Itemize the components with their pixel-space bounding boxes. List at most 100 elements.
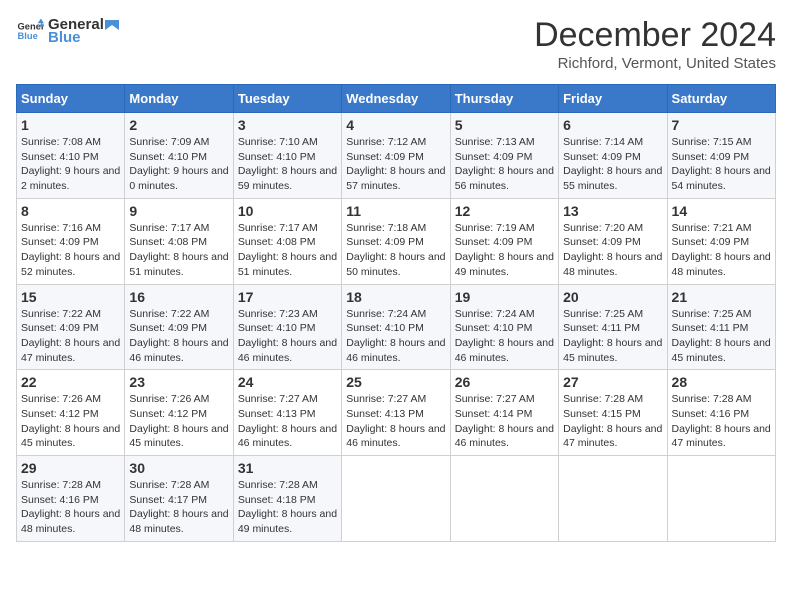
day-number: 9 — [129, 203, 228, 219]
day-cell: 11 Sunrise: 7:18 AM Sunset: 4:09 PM Dayl… — [342, 198, 450, 284]
day-cell: 8 Sunrise: 7:16 AM Sunset: 4:09 PM Dayli… — [17, 198, 125, 284]
day-cell: 19 Sunrise: 7:24 AM Sunset: 4:10 PM Dayl… — [450, 284, 558, 370]
day-cell: 17 Sunrise: 7:23 AM Sunset: 4:10 PM Dayl… — [233, 284, 341, 370]
day-number: 11 — [346, 203, 445, 219]
day-cell: 15 Sunrise: 7:22 AM Sunset: 4:09 PM Dayl… — [17, 284, 125, 370]
day-info: Sunrise: 7:28 AM Sunset: 4:16 PM Dayligh… — [672, 392, 771, 451]
day-cell: 14 Sunrise: 7:21 AM Sunset: 4:09 PM Dayl… — [667, 198, 775, 284]
day-number: 26 — [455, 374, 554, 390]
day-number: 7 — [672, 117, 771, 133]
day-cell: 10 Sunrise: 7:17 AM Sunset: 4:08 PM Dayl… — [233, 198, 341, 284]
day-info: Sunrise: 7:27 AM Sunset: 4:14 PM Dayligh… — [455, 392, 554, 451]
day-info: Sunrise: 7:20 AM Sunset: 4:09 PM Dayligh… — [563, 221, 662, 280]
day-info: Sunrise: 7:19 AM Sunset: 4:09 PM Dayligh… — [455, 221, 554, 280]
day-number: 21 — [672, 289, 771, 305]
logo: General Blue General Blue — [16, 16, 120, 46]
day-cell — [342, 456, 450, 542]
day-info: Sunrise: 7:16 AM Sunset: 4:09 PM Dayligh… — [21, 221, 120, 280]
week-row-2: 8 Sunrise: 7:16 AM Sunset: 4:09 PM Dayli… — [17, 198, 776, 284]
title-area: December 2024 Richford, Vermont, United … — [534, 16, 776, 72]
day-cell: 1 Sunrise: 7:08 AM Sunset: 4:10 PM Dayli… — [17, 113, 125, 199]
header-cell-friday: Friday — [559, 85, 667, 113]
day-number: 8 — [21, 203, 120, 219]
day-number: 31 — [238, 460, 337, 476]
day-number: 24 — [238, 374, 337, 390]
week-row-5: 29 Sunrise: 7:28 AM Sunset: 4:16 PM Dayl… — [17, 456, 776, 542]
day-info: Sunrise: 7:28 AM Sunset: 4:16 PM Dayligh… — [21, 478, 120, 537]
day-number: 22 — [21, 374, 120, 390]
subtitle: Richford, Vermont, United States — [534, 55, 776, 72]
day-number: 6 — [563, 117, 662, 133]
day-cell: 27 Sunrise: 7:28 AM Sunset: 4:15 PM Dayl… — [559, 370, 667, 456]
day-info: Sunrise: 7:27 AM Sunset: 4:13 PM Dayligh… — [238, 392, 337, 451]
day-cell: 2 Sunrise: 7:09 AM Sunset: 4:10 PM Dayli… — [125, 113, 233, 199]
day-info: Sunrise: 7:17 AM Sunset: 4:08 PM Dayligh… — [238, 221, 337, 280]
day-cell: 4 Sunrise: 7:12 AM Sunset: 4:09 PM Dayli… — [342, 113, 450, 199]
day-info: Sunrise: 7:24 AM Sunset: 4:10 PM Dayligh… — [455, 307, 554, 366]
header-cell-saturday: Saturday — [667, 85, 775, 113]
day-number: 29 — [21, 460, 120, 476]
day-number: 15 — [21, 289, 120, 305]
day-number: 1 — [21, 117, 120, 133]
day-cell: 6 Sunrise: 7:14 AM Sunset: 4:09 PM Dayli… — [559, 113, 667, 199]
day-info: Sunrise: 7:08 AM Sunset: 4:10 PM Dayligh… — [21, 135, 120, 194]
header-cell-sunday: Sunday — [17, 85, 125, 113]
day-cell: 26 Sunrise: 7:27 AM Sunset: 4:14 PM Dayl… — [450, 370, 558, 456]
day-cell — [450, 456, 558, 542]
day-info: Sunrise: 7:21 AM Sunset: 4:09 PM Dayligh… — [672, 221, 771, 280]
day-cell: 9 Sunrise: 7:17 AM Sunset: 4:08 PM Dayli… — [125, 198, 233, 284]
header-cell-wednesday: Wednesday — [342, 85, 450, 113]
day-info: Sunrise: 7:09 AM Sunset: 4:10 PM Dayligh… — [129, 135, 228, 194]
logo-icon: General Blue — [16, 17, 44, 45]
day-number: 16 — [129, 289, 228, 305]
day-number: 14 — [672, 203, 771, 219]
day-cell: 25 Sunrise: 7:27 AM Sunset: 4:13 PM Dayl… — [342, 370, 450, 456]
main-title: December 2024 — [534, 16, 776, 55]
day-cell: 23 Sunrise: 7:26 AM Sunset: 4:12 PM Dayl… — [125, 370, 233, 456]
day-number: 25 — [346, 374, 445, 390]
header-cell-tuesday: Tuesday — [233, 85, 341, 113]
day-number: 17 — [238, 289, 337, 305]
day-number: 12 — [455, 203, 554, 219]
day-info: Sunrise: 7:23 AM Sunset: 4:10 PM Dayligh… — [238, 307, 337, 366]
day-cell: 13 Sunrise: 7:20 AM Sunset: 4:09 PM Dayl… — [559, 198, 667, 284]
day-info: Sunrise: 7:22 AM Sunset: 4:09 PM Dayligh… — [129, 307, 228, 366]
day-cell: 16 Sunrise: 7:22 AM Sunset: 4:09 PM Dayl… — [125, 284, 233, 370]
day-info: Sunrise: 7:28 AM Sunset: 4:15 PM Dayligh… — [563, 392, 662, 451]
day-info: Sunrise: 7:10 AM Sunset: 4:10 PM Dayligh… — [238, 135, 337, 194]
day-cell: 18 Sunrise: 7:24 AM Sunset: 4:10 PM Dayl… — [342, 284, 450, 370]
day-cell: 22 Sunrise: 7:26 AM Sunset: 4:12 PM Dayl… — [17, 370, 125, 456]
week-row-1: 1 Sunrise: 7:08 AM Sunset: 4:10 PM Dayli… — [17, 113, 776, 199]
day-number: 4 — [346, 117, 445, 133]
header-row: SundayMondayTuesdayWednesdayThursdayFrid… — [17, 85, 776, 113]
day-info: Sunrise: 7:12 AM Sunset: 4:09 PM Dayligh… — [346, 135, 445, 194]
day-cell — [667, 456, 775, 542]
day-number: 30 — [129, 460, 228, 476]
day-number: 13 — [563, 203, 662, 219]
day-info: Sunrise: 7:22 AM Sunset: 4:09 PM Dayligh… — [21, 307, 120, 366]
day-cell: 7 Sunrise: 7:15 AM Sunset: 4:09 PM Dayli… — [667, 113, 775, 199]
day-number: 28 — [672, 374, 771, 390]
day-info: Sunrise: 7:26 AM Sunset: 4:12 PM Dayligh… — [129, 392, 228, 451]
day-cell: 5 Sunrise: 7:13 AM Sunset: 4:09 PM Dayli… — [450, 113, 558, 199]
day-cell — [559, 456, 667, 542]
day-number: 10 — [238, 203, 337, 219]
day-cell: 28 Sunrise: 7:28 AM Sunset: 4:16 PM Dayl… — [667, 370, 775, 456]
day-cell: 21 Sunrise: 7:25 AM Sunset: 4:11 PM Dayl… — [667, 284, 775, 370]
day-cell: 31 Sunrise: 7:28 AM Sunset: 4:18 PM Dayl… — [233, 456, 341, 542]
day-number: 27 — [563, 374, 662, 390]
logo-arrow-icon — [105, 18, 119, 32]
day-number: 19 — [455, 289, 554, 305]
day-info: Sunrise: 7:26 AM Sunset: 4:12 PM Dayligh… — [21, 392, 120, 451]
day-number: 2 — [129, 117, 228, 133]
day-info: Sunrise: 7:14 AM Sunset: 4:09 PM Dayligh… — [563, 135, 662, 194]
day-info: Sunrise: 7:25 AM Sunset: 4:11 PM Dayligh… — [672, 307, 771, 366]
day-number: 20 — [563, 289, 662, 305]
day-info: Sunrise: 7:24 AM Sunset: 4:10 PM Dayligh… — [346, 307, 445, 366]
day-cell: 20 Sunrise: 7:25 AM Sunset: 4:11 PM Dayl… — [559, 284, 667, 370]
week-row-4: 22 Sunrise: 7:26 AM Sunset: 4:12 PM Dayl… — [17, 370, 776, 456]
day-info: Sunrise: 7:17 AM Sunset: 4:08 PM Dayligh… — [129, 221, 228, 280]
day-cell: 3 Sunrise: 7:10 AM Sunset: 4:10 PM Dayli… — [233, 113, 341, 199]
day-info: Sunrise: 7:25 AM Sunset: 4:11 PM Dayligh… — [563, 307, 662, 366]
day-cell: 24 Sunrise: 7:27 AM Sunset: 4:13 PM Dayl… — [233, 370, 341, 456]
